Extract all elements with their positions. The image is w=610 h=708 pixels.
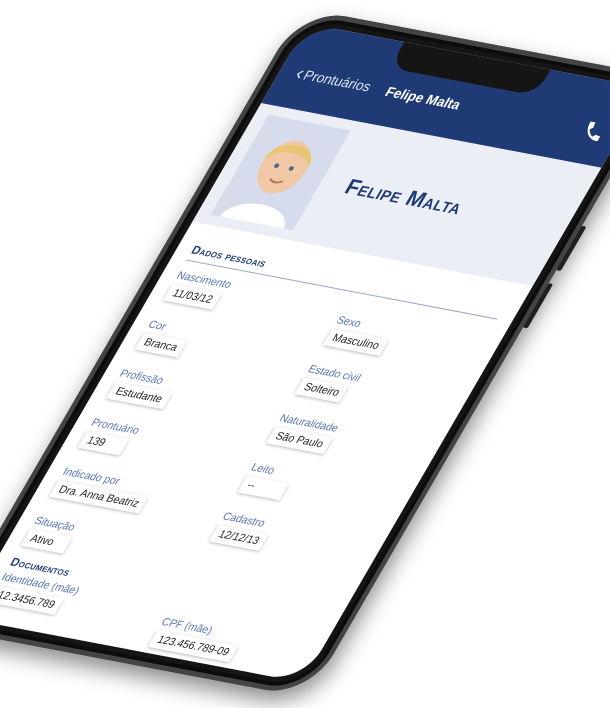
- phone-device: ‹ Prontuários Felipe Malta Felipe Malta …: [0, 8, 610, 698]
- patient-photo: [210, 114, 351, 231]
- avatar: [210, 114, 351, 231]
- personal-data-grid: Nascimento 11/03/12 Sexo Masculino Cor B…: [20, 270, 492, 605]
- phone-icon: [587, 121, 600, 142]
- back-button-label: Prontuários: [300, 67, 375, 95]
- patient-name: Felipe Malta: [340, 174, 469, 220]
- stage: ‹ Prontuários Felipe Malta Felipe Malta …: [0, 0, 610, 708]
- call-button[interactable]: [577, 118, 610, 144]
- field-value: 139: [77, 430, 130, 456]
- field-value: Ativo: [20, 528, 73, 554]
- back-button[interactable]: ‹ Prontuários: [291, 63, 376, 96]
- field-value: --: [237, 475, 290, 501]
- phone-screen: ‹ Prontuários Felipe Malta Felipe Malta …: [0, 23, 610, 683]
- record-content: Dados pessoais Nascimento 11/03/12 Sexo …: [0, 222, 533, 683]
- nav-title: Felipe Malta: [382, 83, 465, 113]
